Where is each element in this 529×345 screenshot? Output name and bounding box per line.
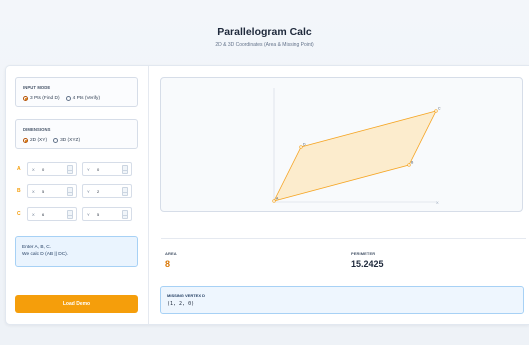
parallelogram-plot: X ABCD (272, 88, 441, 205)
vertex-row-c: C X 6 Y 5 (15, 207, 138, 221)
radio-unselected-icon[interactable] (53, 138, 59, 143)
vertex-label: A (17, 166, 21, 172)
dimensions-label: DIMENSIONS (23, 127, 51, 132)
vertex-point-label-b: B (411, 161, 414, 165)
app-header: Parallelogram Calc 2D & 3D Coordinates (… (0, 26, 529, 48)
info-line-2: We calc D (AB || DC). (22, 252, 69, 257)
section-divider (161, 238, 526, 239)
radio-selected-icon[interactable] (23, 138, 28, 143)
vertex-point-c (434, 109, 438, 113)
page-subtitle: 2D & 3D Coordinates (Area & Missing Poin… (215, 42, 314, 48)
info-box: Enter A, B, C. We calc D (AB || DC). (15, 236, 138, 267)
parallelogram-shape (273, 110, 437, 202)
plot-canvas[interactable]: X ABCD (160, 77, 523, 212)
vertex-label: B (17, 188, 21, 194)
missing-vertex-box: MISSING VERTEX D (1, 2, 0) (160, 286, 524, 314)
dimensions-option-3d[interactable]: 3D (XYZ) (53, 138, 80, 143)
vertex-point-d (299, 145, 303, 149)
vertex-row-b: B X 5 Y 2 (15, 184, 138, 198)
vertex-b-y-input[interactable]: Y 2 (82, 184, 132, 198)
vertex-a-y-input[interactable]: Y 0 (82, 162, 132, 176)
info-line-1: Enter A, B, C. (22, 245, 52, 250)
calculator-card: INPUT MODE 3 Pts (Find D) 4 Pts (Verify)… (5, 65, 529, 325)
area-value: 8 (165, 259, 171, 269)
dimensions-option-2d[interactable]: 2D (XY) (23, 138, 47, 143)
spinner-icon[interactable] (67, 165, 73, 174)
radio-unselected-icon[interactable] (65, 96, 71, 101)
load-demo-button[interactable]: Load Demo (15, 295, 138, 313)
vertex-point-a (272, 199, 276, 203)
spinner-icon[interactable] (122, 187, 128, 196)
input-mode-options: 3 Pts (Find D) 4 Pts (Verify) (23, 96, 106, 101)
area-label: AREA (165, 251, 177, 256)
input-mode-option-3pts[interactable]: 3 Pts (Find D) (23, 96, 60, 101)
dimensions-group: DIMENSIONS 2D (XY) 3D (XYZ) (15, 119, 138, 149)
perimeter-value: 15.2425 (351, 259, 384, 269)
vertex-point-label-c: C (438, 107, 441, 111)
spinner-icon[interactable] (67, 210, 73, 219)
vertex-point-b (407, 163, 411, 167)
vertex-c-y-input[interactable]: Y 5 (82, 207, 132, 221)
input-mode-label: INPUT MODE (23, 85, 51, 90)
input-mode-option-4pts[interactable]: 4 Pts (Verify) (65, 96, 100, 101)
results-panel: X ABCD AREA 8 PERIMETER 15.2425 MISSING … (149, 66, 529, 324)
spinner-icon[interactable] (67, 187, 73, 196)
x-axis-label: X (436, 200, 439, 205)
spinner-icon[interactable] (122, 165, 128, 174)
vertex-a-x-input[interactable]: X 0 (27, 162, 77, 176)
vertex-c-x-input[interactable]: X 6 (27, 207, 77, 221)
vertex-label: C (17, 211, 21, 217)
perimeter-label: PERIMETER (351, 251, 376, 256)
vertex-b-x-input[interactable]: X 5 (27, 184, 77, 198)
input-mode-group: INPUT MODE 3 Pts (Find D) 4 Pts (Verify) (15, 77, 138, 107)
input-panel: INPUT MODE 3 Pts (Find D) 4 Pts (Verify)… (6, 66, 149, 324)
page-title: Parallelogram Calc (217, 26, 312, 38)
missing-vertex-value: (1, 2, 0) (167, 301, 195, 307)
missing-vertex-label: MISSING VERTEX D (167, 293, 206, 298)
load-demo-label: Load Demo (62, 301, 91, 307)
radio-selected-icon[interactable] (23, 96, 28, 101)
spinner-icon[interactable] (122, 210, 128, 219)
vertex-row-a: A X 0 Y 0 (15, 162, 138, 176)
dimensions-options: 2D (XY) 3D (XYZ) (23, 138, 86, 143)
